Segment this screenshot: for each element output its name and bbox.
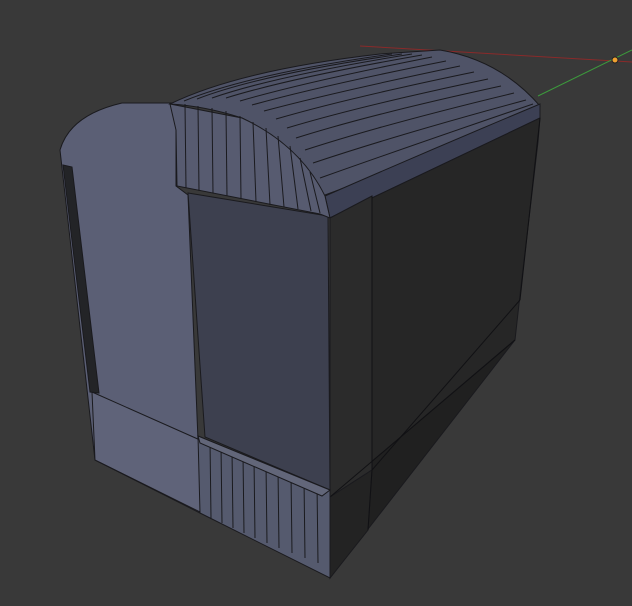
object-origin-dot[interactable] <box>611 56 619 64</box>
3d-viewport[interactable] <box>0 0 632 606</box>
mesh-front-column <box>329 195 373 498</box>
viewport-canvas[interactable] <box>0 0 632 606</box>
